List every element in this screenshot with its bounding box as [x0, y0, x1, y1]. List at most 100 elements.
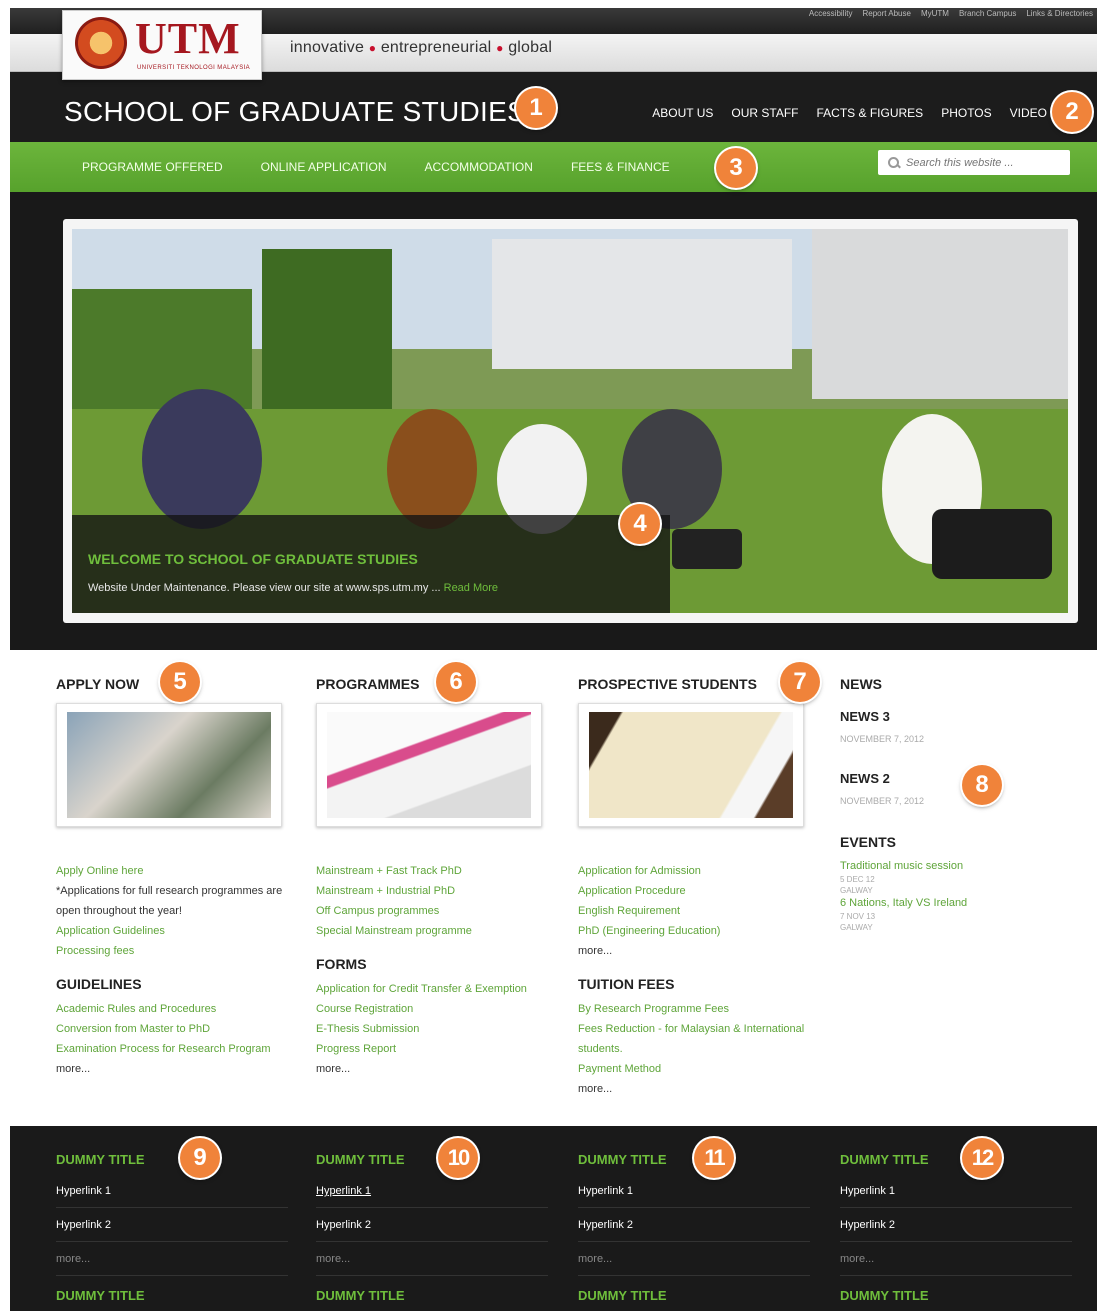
footer-more-link[interactable]: more... [316, 1242, 548, 1276]
footer-hyperlink-1[interactable]: Hyperlink 1 [316, 1174, 548, 1208]
logo-subtitle: UNIVERSITI TEKNOLOGI MALAYSIA [137, 65, 251, 71]
utility-link-myutm[interactable]: MyUTM [921, 9, 949, 18]
search-input[interactable] [906, 156, 1056, 169]
callout-badge-7: 7 [780, 662, 820, 702]
utility-link-accessibility[interactable]: Accessibility [809, 9, 853, 18]
industrial-phd-link[interactable]: Mainstream + Industrial PhD [316, 881, 546, 901]
footer-hyperlink-2[interactable]: Hyperlink 2 [840, 1208, 1072, 1242]
handshake-photo [67, 712, 271, 818]
nav-facts-figures[interactable]: FACTS & FIGURES [817, 106, 924, 120]
footer-column: DUMMY TITLE Hyperlink 1 Hyperlink 2 more… [578, 1152, 810, 1303]
footer-hyperlink-2[interactable]: Hyperlink 2 [56, 1208, 288, 1242]
footer-hyperlink-1-text[interactable]: Hyperlink 1 [316, 1185, 371, 1197]
utility-link-links-directories[interactable]: Links & Directories [1026, 9, 1093, 18]
phd-engineering-education-link[interactable]: PhD (Engineering Education) [578, 921, 808, 941]
footer-title: DUMMY TITLE [56, 1152, 145, 1167]
prospective-more-link[interactable]: more... [578, 941, 808, 961]
apply-now-thumbnail[interactable] [56, 703, 282, 827]
application-procedure-link[interactable]: Application Procedure [578, 881, 808, 901]
nav-accommodation[interactable]: ACCOMMODATION [424, 160, 532, 174]
hero-message: Website Under Maintenance. Please view o… [88, 582, 441, 594]
application-guidelines-link[interactable]: Application Guidelines [56, 921, 286, 941]
credit-transfer-link[interactable]: Application for Credit Transfer & Exempt… [316, 979, 546, 999]
processing-fees-link[interactable]: Processing fees [56, 941, 286, 961]
callout-badge-2: 2 [1052, 92, 1092, 132]
news-item-title[interactable]: NEWS 3 [840, 709, 1070, 725]
english-requirement-link[interactable]: English Requirement [578, 901, 808, 921]
utility-link-branch-campus[interactable]: Branch Campus [959, 9, 1016, 18]
research-fees-link[interactable]: By Research Programme Fees [578, 999, 808, 1019]
utility-link-report-abuse[interactable]: Report Abuse [862, 9, 910, 18]
event-title[interactable]: Traditional music session [840, 859, 1070, 874]
conversion-link[interactable]: Conversion from Master to PhD [56, 1019, 286, 1039]
application-admission-link[interactable]: Application for Admission [578, 861, 808, 881]
course-registration-link[interactable]: Course Registration [316, 999, 546, 1019]
payment-method-link[interactable]: Payment Method [578, 1059, 808, 1079]
event-place: GALWAY [840, 886, 873, 895]
callout-badge-3: 3 [716, 148, 756, 188]
read-more-link[interactable]: Read More [444, 582, 498, 594]
nav-about-us[interactable]: ABOUT US [652, 106, 713, 120]
fast-track-phd-link[interactable]: Mainstream + Fast Track PhD [316, 861, 546, 881]
utility-links: Accessibility Report Abuse MyUTM Branch … [809, 9, 1093, 18]
nav-online-application[interactable]: ONLINE APPLICATION [261, 160, 387, 174]
search-box[interactable] [878, 150, 1070, 175]
news-item-title[interactable]: NEWS 2 [840, 771, 1070, 787]
nav-our-staff[interactable]: OUR STAFF [731, 106, 798, 120]
utm-seal-icon [75, 17, 127, 69]
footer-column: DUMMY TITLE Hyperlink 1 Hyperlink 2 more… [56, 1152, 288, 1303]
special-mainstream-link[interactable]: Special Mainstream programme [316, 921, 546, 941]
footer-hyperlink-1[interactable]: Hyperlink 1 [578, 1174, 810, 1208]
prospective-thumbnail[interactable] [578, 703, 804, 827]
footer-title: DUMMY TITLE [316, 1288, 405, 1303]
footer-column: DUMMY TITLE Hyperlink 1 Hyperlink 2 more… [316, 1152, 548, 1303]
nav-fees-finance[interactable]: FEES & FINANCE [571, 160, 670, 174]
forms-heading: FORMS [316, 956, 367, 972]
apply-online-link[interactable]: Apply Online here [56, 861, 286, 881]
secondary-nav: PROGRAMME OFFERED ONLINE APPLICATION ACC… [10, 142, 1097, 192]
footer-more-link[interactable]: more... [840, 1242, 1072, 1276]
footer-title: DUMMY TITLE [578, 1288, 667, 1303]
nav-photos[interactable]: PHOTOS [941, 106, 991, 120]
secondary-nav-items: PROGRAMME OFFERED ONLINE APPLICATION ACC… [82, 160, 670, 174]
nav-programme-offered[interactable]: PROGRAMME OFFERED [82, 160, 223, 174]
callout-badge-6: 6 [436, 662, 476, 702]
callout-badge-10: 10 [438, 1138, 478, 1178]
news-item-date: NOVEMBER 7, 2012 [840, 734, 925, 744]
forms-more-link[interactable]: more... [316, 1059, 546, 1079]
apply-note: *Applications for full research programm… [56, 885, 283, 917]
footer-hyperlink-2[interactable]: Hyperlink 2 [316, 1208, 548, 1242]
footer-hyperlink-1[interactable]: Hyperlink 1 [840, 1174, 1072, 1208]
programmes-thumbnail[interactable] [316, 703, 542, 827]
event-title[interactable]: 6 Nations, Italy VS Ireland [840, 896, 1070, 911]
progress-report-link[interactable]: Progress Report [316, 1039, 546, 1059]
off-campus-link[interactable]: Off Campus programmes [316, 901, 546, 921]
academic-rules-link[interactable]: Academic Rules and Procedures [56, 999, 286, 1019]
footer-title: DUMMY TITLE [840, 1288, 929, 1303]
logo-wordmark: UTM [135, 14, 241, 63]
footer-more-link[interactable]: more... [56, 1242, 288, 1276]
e-thesis-link[interactable]: E-Thesis Submission [316, 1019, 546, 1039]
site-title[interactable]: SCHOOL OF GRADUATE STUDIES [64, 96, 526, 128]
footer-hyperlink-2[interactable]: Hyperlink 2 [578, 1208, 810, 1242]
red-dot-icon: ● [496, 41, 504, 55]
apply-now-section: APPLY NOW Apply Online here *Application… [56, 675, 286, 1079]
examination-process-link[interactable]: Examination Process for Research Program [56, 1039, 286, 1059]
prospective-students-section: PROSPECTIVE STUDENTS Application for Adm… [578, 675, 808, 1099]
guidelines-more-link[interactable]: more... [56, 1059, 286, 1079]
tuition-more-link[interactable]: more... [578, 1079, 808, 1099]
notepad-pen-photo [589, 712, 793, 818]
callout-badge-9: 9 [180, 1138, 220, 1178]
utm-logo[interactable]: UTM UNIVERSITI TEKNOLOGI MALAYSIA [62, 10, 262, 80]
callout-badge-8: 8 [962, 765, 1002, 805]
callout-badge-1: 1 [516, 88, 556, 128]
fees-reduction-link[interactable]: Fees Reduction - for Malaysian & Interna… [578, 1019, 808, 1059]
news-heading: NEWS [840, 676, 882, 692]
footer-hyperlink-1[interactable]: Hyperlink 1 [56, 1174, 288, 1208]
prospective-heading: PROSPECTIVE STUDENTS [578, 676, 757, 692]
footer-more-link[interactable]: more... [578, 1242, 810, 1276]
nav-video[interactable]: VIDEO [1010, 106, 1047, 120]
footer-title: DUMMY TITLE [56, 1288, 145, 1303]
hero-text: Website Under Maintenance. Please view o… [88, 582, 498, 594]
red-dot-icon: ● [368, 41, 377, 55]
